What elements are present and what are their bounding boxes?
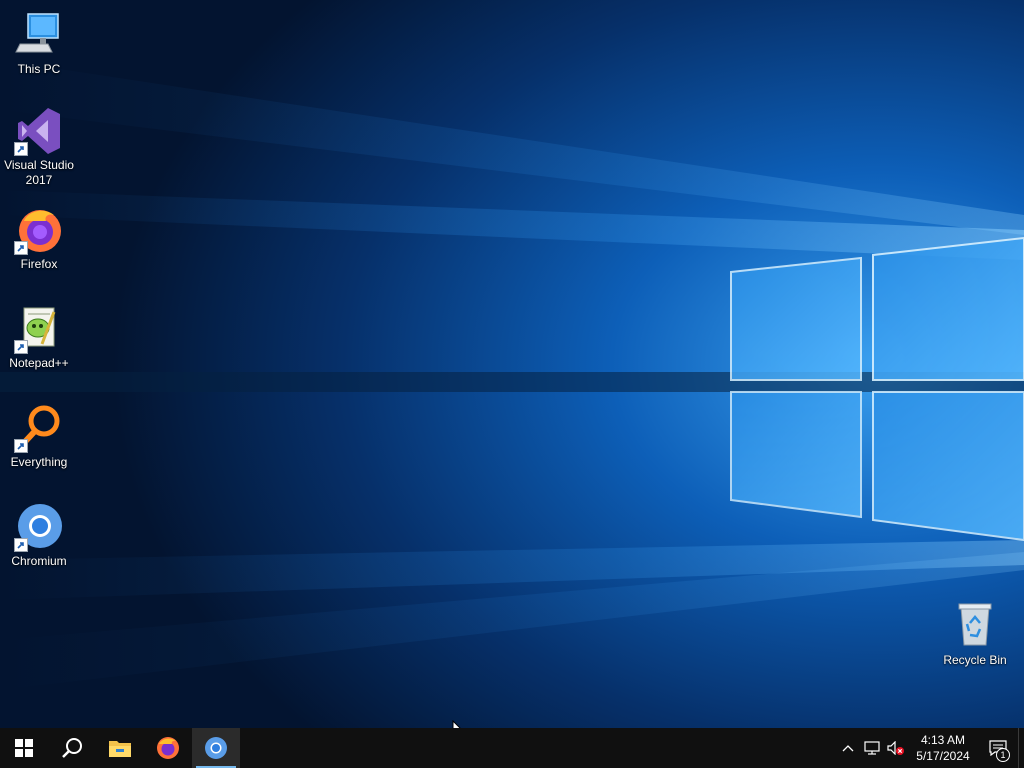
recycle-bin-icon xyxy=(950,601,1000,651)
taskbar-firefox[interactable] xyxy=(144,728,192,768)
this-pc-icon xyxy=(14,10,64,60)
desktop-icon-label: Firefox xyxy=(20,257,58,271)
desktop-icon-visual-studio-2017[interactable]: Visual Studio 2017 xyxy=(0,106,78,188)
everything-search-icon xyxy=(14,403,64,453)
shortcut-arrow-icon xyxy=(14,340,28,354)
notepad-plus-plus-icon xyxy=(14,304,64,354)
action-center-button[interactable]: 1 xyxy=(978,728,1018,768)
taskbar-chromium[interactable] xyxy=(192,728,240,768)
visual-studio-icon xyxy=(14,106,64,156)
show-hidden-icons-button[interactable] xyxy=(836,728,860,768)
search-button[interactable] xyxy=(48,728,96,768)
desktop-icon-notepad-plus-plus[interactable]: Notepad++ xyxy=(0,304,78,371)
desktop-icon-label: This PC xyxy=(17,62,61,76)
shortcut-arrow-icon xyxy=(14,241,28,255)
volume-button[interactable] xyxy=(884,728,908,768)
clock-time: 4:13 AM xyxy=(920,733,966,747)
desktop-wallpaper xyxy=(0,0,1024,728)
desktop-icon-everything[interactable]: Everything xyxy=(0,403,78,470)
volume-muted-icon xyxy=(887,741,904,755)
chevron-up-icon xyxy=(842,745,854,752)
clock-date: 5/17/2024 xyxy=(916,749,970,763)
desktop-icon-chromium[interactable]: Chromium xyxy=(0,502,78,569)
shortcut-arrow-icon xyxy=(14,439,28,453)
system-tray: 4:13 AM 5/17/2024 1 xyxy=(836,728,1024,768)
start-button[interactable] xyxy=(0,728,48,768)
desktop-icon-label: Notepad++ xyxy=(9,356,69,370)
file-explorer-icon xyxy=(109,741,131,757)
chromium-icon xyxy=(205,737,227,759)
chromium-icon xyxy=(14,502,64,552)
desktop-icon-label: Recycle Bin xyxy=(943,653,1007,667)
shortcut-arrow-icon xyxy=(14,538,28,552)
desktop-icon-label: Visual Studio 2017 xyxy=(4,158,74,187)
clock[interactable]: 4:13 AM 5/17/2024 xyxy=(908,728,978,768)
network-button[interactable] xyxy=(860,728,884,768)
firefox-icon xyxy=(14,205,64,255)
show-desktop-button[interactable] xyxy=(1018,728,1024,768)
shortcut-arrow-icon xyxy=(14,142,28,156)
desktop-icon-recycle-bin[interactable]: Recycle Bin xyxy=(936,601,1014,668)
notification-count-badge: 1 xyxy=(996,748,1010,762)
desktop-icon-label: Chromium xyxy=(11,554,67,568)
desktop-icon-this-pc[interactable]: This PC xyxy=(0,10,78,77)
firefox-icon xyxy=(157,737,179,759)
desktop-icon-firefox[interactable]: Firefox xyxy=(0,205,78,272)
desktop-icon-label: Everything xyxy=(10,455,68,469)
taskbar-file-explorer[interactable] xyxy=(96,728,144,768)
taskbar: 4:13 AM 5/17/2024 1 xyxy=(0,728,1024,768)
windows-logo-icon xyxy=(15,739,33,757)
search-icon xyxy=(62,738,82,758)
network-icon xyxy=(864,741,880,755)
